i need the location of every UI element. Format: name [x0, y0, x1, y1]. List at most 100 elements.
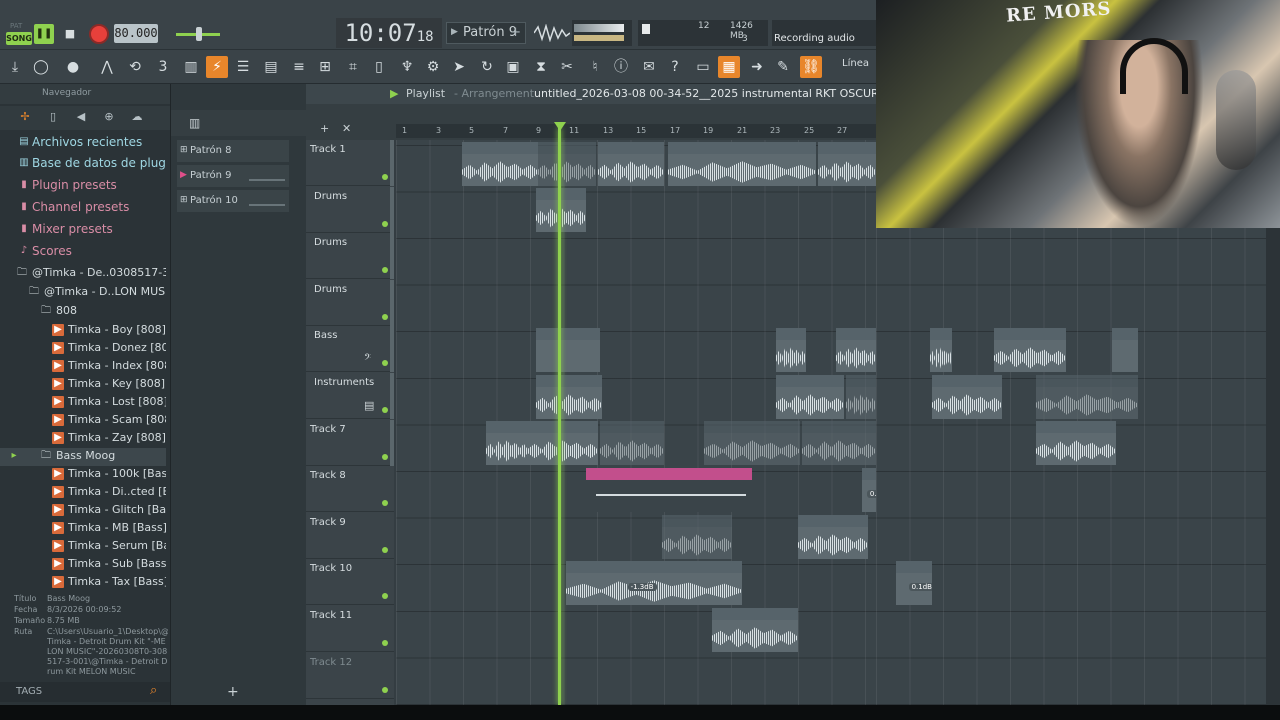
- keyboard-icon[interactable]: ▦: [718, 56, 740, 78]
- channel-rack-icon[interactable]: ⊞: [314, 56, 336, 78]
- audio-clip[interactable]: _20..ums: [536, 188, 586, 232]
- wait-input-icon[interactable]: ⚡: [206, 56, 228, 78]
- browser-file[interactable]: ▶ Timka - 100k [Bass]: [0, 466, 166, 484]
- record-button[interactable]: [89, 24, 109, 44]
- audio-clip[interactable]: u: [776, 328, 806, 372]
- loop-record-icon[interactable]: ◯: [30, 56, 52, 78]
- browser-all-tab-icon[interactable]: ✢: [16, 110, 34, 126]
- audio-clip[interactable]: untit..j: [486, 421, 528, 465]
- layout-icon[interactable]: ▭: [692, 56, 714, 78]
- track-header[interactable]: Bass 𝄢: [306, 326, 394, 373]
- track-mute-led[interactable]: [382, 593, 388, 600]
- browser-file[interactable]: ▶ Timka - Boy [808]: [0, 322, 166, 340]
- search-icon[interactable]: ⌕: [150, 683, 157, 698]
- browser-folder-bass-moog[interactable]: ▸ 🗀 Bass Moog: [0, 448, 166, 466]
- playlist-play-icon[interactable]: ▶: [390, 87, 398, 100]
- track-mute-led[interactable]: [382, 267, 388, 274]
- project-icon[interactable]: ▯: [368, 56, 390, 78]
- audio-clip[interactable]: _2025 ..ro dj: [598, 142, 664, 186]
- browser-file[interactable]: ▶ Timka - Zay [808]: [0, 430, 166, 448]
- audio-clip[interactable]: untitled_..ro dj: [798, 515, 868, 559]
- picker-grid-icon[interactable]: ▥: [189, 116, 200, 130]
- plugin-icon[interactable]: ♆: [396, 56, 418, 78]
- audio-clip[interactable]: untitled_202..utaro dj: [704, 421, 800, 465]
- track-header[interactable]: Track 9: [306, 513, 394, 559]
- pattern-item[interactable]: ⊞ Patrón 8: [177, 140, 289, 162]
- browser-file[interactable]: ▶ Timka - MB [Bass]: [0, 520, 166, 538]
- track-mute-led[interactable]: [382, 174, 388, 180]
- browser-file[interactable]: ▶ Timka - Sub [Bass]: [0, 556, 166, 574]
- track-header[interactable]: Track 1: [306, 140, 394, 186]
- audio-clip[interactable]: untitled_..aro dj: [994, 328, 1066, 372]
- pattern-item-selected[interactable]: ▶ Patrón 9: [177, 165, 289, 187]
- link-icon[interactable]: ⛓: [800, 56, 822, 78]
- browser-file[interactable]: ▶ Timka - Tax [Bass]: [0, 574, 166, 592]
- audio-clip[interactable]: untitled_2026..autaro dj: [1036, 375, 1138, 419]
- audio-clip[interactable]: untitled_20..taro dj: [712, 608, 798, 652]
- audio-clip[interactable]: untitled_2026-0..by lautaro dj: [802, 421, 876, 465]
- browser-folder-root[interactable]: 🗀 @Timka - De..0308517-3-001: [0, 265, 166, 283]
- countdown-icon[interactable]: 3: [152, 56, 174, 78]
- mixer-icon[interactable]: ☰: [232, 56, 254, 78]
- audio-clip[interactable]: u: [1112, 328, 1138, 372]
- browser-file[interactable]: ▶ Timka - Glitch [Bass]: [0, 502, 166, 520]
- audio-clip[interactable]: _202..o dj: [538, 142, 596, 186]
- audio-clip[interactable]: untitled_..ro dj: [528, 421, 598, 465]
- browser-item-scores[interactable]: ♪ Scores: [0, 243, 166, 261]
- track-mute-led[interactable]: [382, 640, 388, 646]
- track-header[interactable]: Drums: [306, 233, 394, 280]
- audio-clip[interactable]: untitle..o dj: [932, 375, 1002, 419]
- audio-clip[interactable]: u: [930, 328, 952, 372]
- tags-label[interactable]: TAGS: [16, 686, 42, 697]
- arrangement-grid[interactable]: _2025 in..taro dj _202..o dj _2025 ..ro …: [396, 140, 876, 705]
- browser-item-channel-presets[interactable]: ▮ Channel presets: [0, 199, 166, 217]
- audio-clip[interactable]: untit..j 0.7dB: [862, 468, 876, 512]
- browser-item-plugin-db[interactable]: ▥Base de datos de plugins: [0, 155, 166, 173]
- blend-notes-icon[interactable]: ⟲: [124, 56, 146, 78]
- track-mute-led[interactable]: [382, 686, 388, 693]
- audio-clip[interactable]: untitled_2..aro dj: [1036, 421, 1116, 465]
- arrow-tool-icon[interactable]: ➤: [448, 56, 470, 78]
- pat-mode-label[interactable]: PAT: [10, 22, 22, 30]
- audio-clip[interactable]: _202..nts: [536, 375, 602, 419]
- browser-item-mixer-presets[interactable]: ▮ Mixer presets: [0, 221, 166, 239]
- tempo-field[interactable]: 80.000: [114, 24, 158, 43]
- track-mute-led[interactable]: [382, 546, 388, 553]
- track-header[interactable]: Track 7: [306, 419, 394, 466]
- tool-icon[interactable]: ⚙: [422, 56, 444, 78]
- add-pattern-button[interactable]: +: [227, 684, 239, 700]
- chat-icon[interactable]: ✉: [638, 56, 660, 78]
- snap-selector[interactable]: Línea: [842, 58, 876, 76]
- audio-clip[interactable]: untitled_2026..autaro dj: [846, 375, 876, 419]
- audio-clip[interactable]: untitled_2026-03-07 2..CURO - by lautaro…: [566, 561, 742, 605]
- browser-file[interactable]: ▶ Timka - Di..cted [Bass]: [0, 484, 166, 502]
- track-mute-led[interactable]: [382, 500, 388, 507]
- track-header[interactable]: Drums: [306, 279, 394, 326]
- track-mute-led[interactable]: [382, 407, 388, 413]
- audio-clip[interactable]: untitled_..aro dj: [662, 515, 732, 559]
- master-volume-knob[interactable]: [196, 27, 202, 41]
- browser-file[interactable]: ▶ Timka - Serum [Bass]: [0, 538, 166, 556]
- track-mute-led[interactable]: [382, 220, 388, 227]
- typing-keyboard-icon[interactable]: ▥: [180, 56, 202, 78]
- add-track-icon[interactable]: +: [320, 122, 329, 135]
- browser-file[interactable]: ▶ Timka - Key [808]: [0, 376, 166, 394]
- browser-folder-808[interactable]: 🗀 808: [0, 303, 166, 321]
- track-header[interactable]: Track 12: [306, 653, 394, 699]
- next-arrow-icon[interactable]: ➜: [746, 56, 768, 78]
- audio-clip[interactable]: untitle..o dj: [776, 375, 844, 419]
- track-mute-led[interactable]: [382, 453, 388, 460]
- pattern-item[interactable]: ⊞ Patrón 10: [177, 190, 289, 212]
- arrangement-grid-extension[interactable]: u untitled_..aro dj u untitle..o dj unti…: [876, 228, 1266, 705]
- cut-icon[interactable]: ✂: [556, 56, 578, 78]
- track-header[interactable]: Track 11: [306, 606, 394, 652]
- track-header[interactable]: Instruments ▤: [306, 373, 394, 419]
- track-header[interactable]: Track 8: [306, 466, 394, 513]
- pencil-icon[interactable]: ✎: [772, 56, 794, 78]
- track-header[interactable]: Drums: [306, 186, 394, 233]
- audio-clip[interactable]: untitled_..ro dj: [600, 421, 664, 465]
- help-icon[interactable]: ?: [664, 56, 686, 78]
- browser-folder-melon[interactable]: 🗀 @Timka - D..LON MUSIC_: [0, 284, 166, 302]
- browser-file[interactable]: ▶ Timka - Donez [808]: [0, 340, 166, 358]
- browser-icon[interactable]: ⌗: [342, 56, 364, 78]
